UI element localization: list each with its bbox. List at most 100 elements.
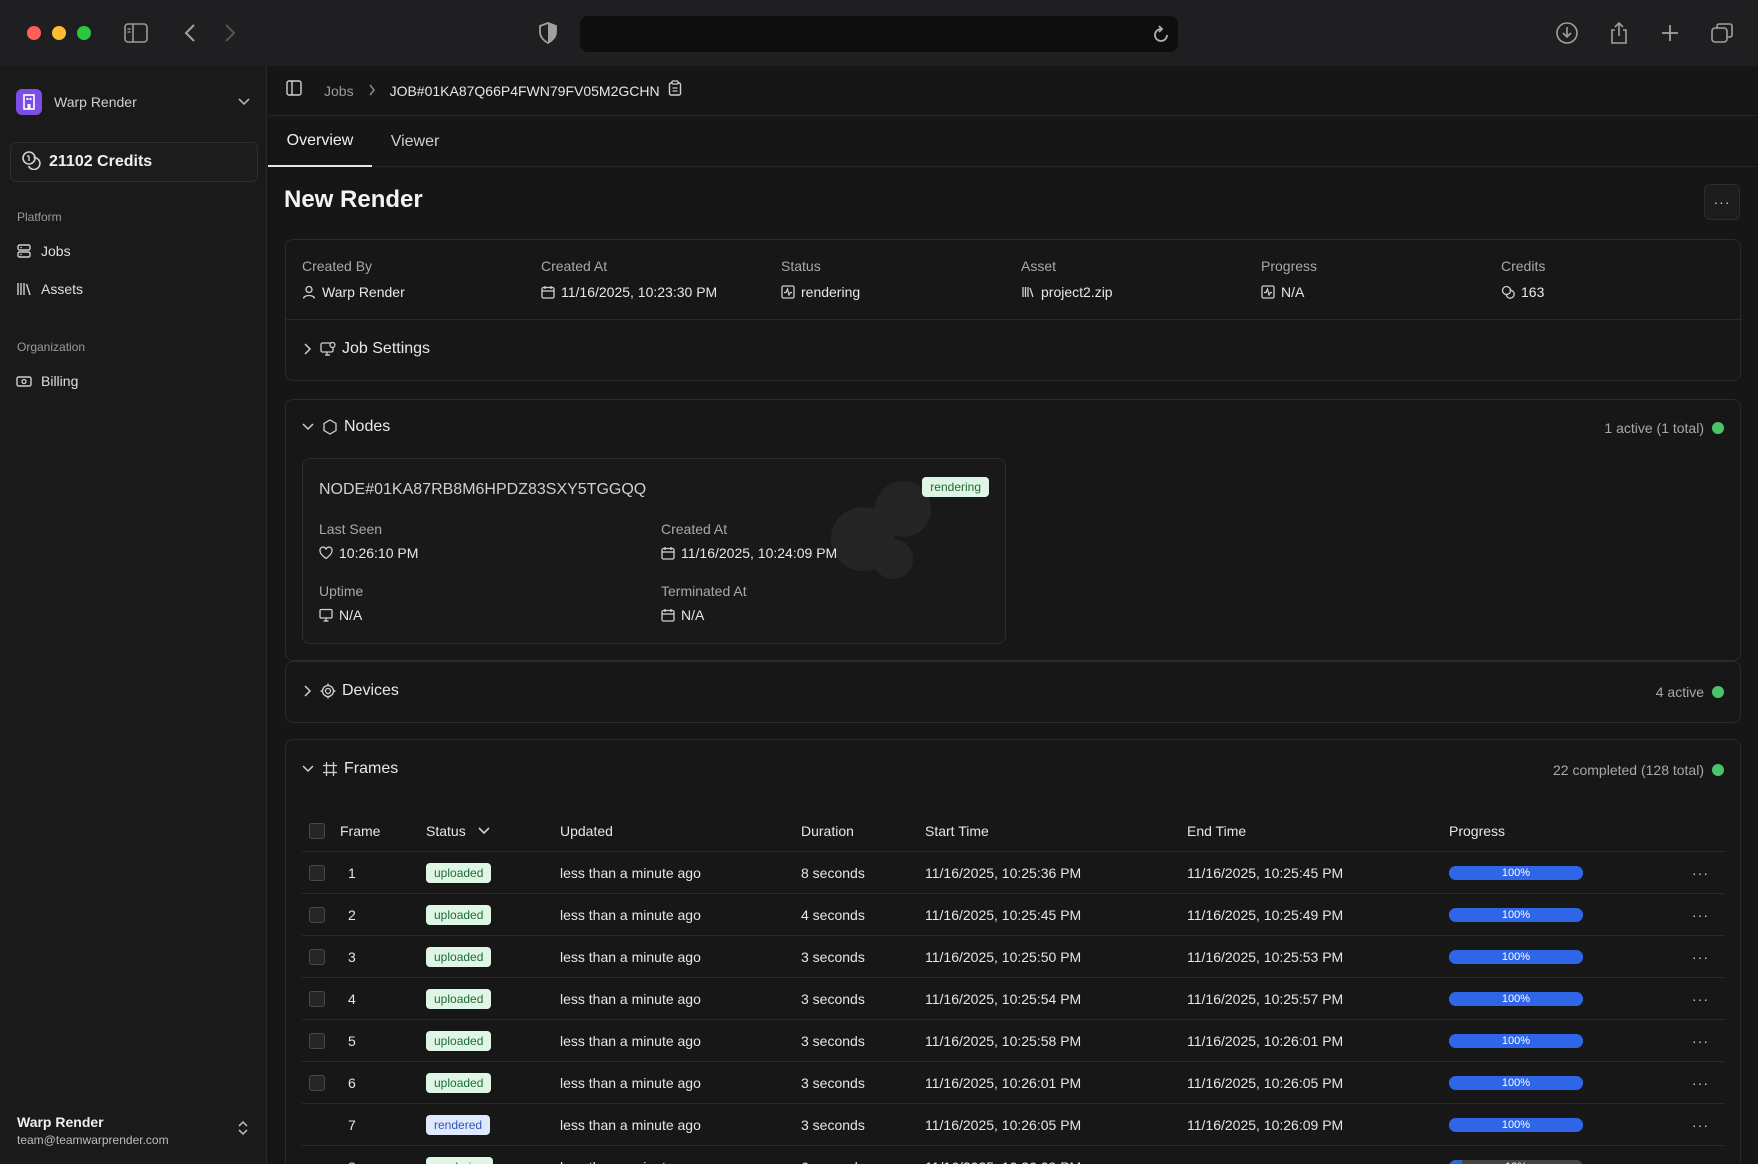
col-status[interactable]: Status: [426, 810, 490, 852]
new-tab-plus-icon[interactable]: [1656, 20, 1684, 46]
sidebar-item-label: Assets: [41, 281, 84, 297]
sidebar-item-billing[interactable]: Billing: [16, 370, 78, 392]
table-row[interactable]: 8 rendering less than a minute ago 6 second…: [302, 1146, 1724, 1164]
zoom-window-button[interactable]: [77, 26, 91, 40]
devices-toggle[interactable]: Devices: [302, 682, 399, 700]
table-row[interactable]: 1 uploaded less than a minute ago 8 seconds…: [302, 852, 1724, 894]
node-last-seen: 10:26:10 PM: [319, 545, 418, 561]
frames-toggle[interactable]: Frames: [302, 760, 398, 778]
progress-bar: 100%: [1449, 992, 1583, 1006]
user-name: Warp Render: [17, 1114, 104, 1130]
end-time-cell: 11/16/2025, 10:25:45 PM: [1187, 865, 1344, 881]
frame-number: 3: [348, 949, 356, 965]
col-duration[interactable]: Duration: [801, 810, 854, 852]
reload-icon[interactable]: [1152, 24, 1170, 49]
end-time-cell: 11/16/2025, 10:26:09 PM: [1187, 1117, 1344, 1133]
row-checkbox[interactable]: [309, 907, 325, 923]
row-more-button[interactable]: ···: [1692, 1117, 1709, 1133]
row-checkbox[interactable]: [309, 1075, 325, 1091]
user-menu[interactable]: Warp Render team@teamwarprender.com: [17, 1114, 257, 1147]
col-start-time[interactable]: Start Time: [925, 810, 989, 852]
end-time-cell: 11/16/2025, 10:26:01 PM: [1187, 1033, 1344, 1049]
credits-text: 21102 Credits: [49, 153, 153, 170]
library-icon: [17, 283, 31, 296]
row-more-button[interactable]: ···: [1692, 949, 1709, 965]
back-arrow-icon[interactable]: [176, 20, 204, 46]
progress-bar: 100%: [1449, 908, 1583, 922]
end-time-cell: 11/16/2025, 10:25:57 PM: [1187, 991, 1344, 1007]
job-settings-toggle[interactable]: Job Settings: [302, 340, 430, 358]
node-card[interactable]: NODE#01KA87RB8M6HPDZ83SXY5TGGQQ renderin…: [302, 458, 1006, 644]
col-frame[interactable]: Frame: [340, 810, 380, 852]
row-checkbox[interactable]: [309, 949, 325, 965]
progress-text: 100%: [1501, 993, 1531, 1005]
sidebar-toggle-icon[interactable]: [122, 20, 150, 46]
duration-cell: 3 seconds: [801, 1075, 865, 1091]
status-badge: uploaded: [426, 947, 492, 967]
chevron-down-icon: [302, 765, 314, 773]
col-end-time[interactable]: End Time: [1187, 810, 1246, 852]
meta-credits: Credits 163: [1501, 258, 1546, 300]
active-status-dot: [1712, 422, 1724, 434]
col-updated[interactable]: Updated: [560, 810, 613, 852]
updated-cell: less than a minute ago: [560, 991, 701, 1007]
row-more-button[interactable]: ···: [1692, 1075, 1709, 1091]
row-checkbox[interactable]: [309, 991, 325, 1007]
table-row[interactable]: 7 rendered less than a minute ago 3 seconds…: [302, 1104, 1724, 1146]
duration-cell: 3 seconds: [801, 1033, 865, 1049]
section-title: Job Settings: [342, 340, 431, 357]
tab-overview[interactable]: Overview: [268, 116, 372, 167]
table-row[interactable]: 3 uploaded less than a minute ago 3 seconds…: [302, 936, 1724, 978]
meta-asset: Asset project2.zip: [1021, 258, 1113, 300]
clipboard-copy-icon[interactable]: [668, 80, 682, 101]
status-badge: rendering: [426, 1157, 493, 1164]
download-icon[interactable]: [1553, 20, 1581, 46]
row-checkbox[interactable]: [309, 1033, 325, 1049]
row-more-button[interactable]: ···: [1692, 865, 1709, 881]
cog-icon: [320, 683, 336, 699]
tab-overview-icon[interactable]: [1708, 20, 1736, 46]
select-all-checkbox[interactable]: [309, 823, 325, 839]
frames-summary: 22 completed (128 total): [1553, 762, 1724, 778]
breadcrumb-jobs-link[interactable]: Jobs: [324, 83, 354, 99]
devices-card: Devices 4 active: [285, 661, 1741, 723]
forward-arrow-icon[interactable]: [216, 20, 244, 46]
share-icon[interactable]: [1605, 20, 1633, 46]
sidebar-item-jobs[interactable]: Jobs: [16, 240, 71, 262]
status-badge: uploaded: [426, 905, 492, 925]
minimize-window-button[interactable]: [52, 26, 66, 40]
tab-viewer[interactable]: Viewer: [372, 116, 458, 167]
monitor-cog-icon: [320, 341, 336, 356]
row-more-button[interactable]: ···: [1692, 907, 1709, 923]
node-last-seen-label: Last Seen: [319, 521, 383, 537]
updated-cell: less than a minute ago: [560, 1117, 701, 1133]
table-row[interactable]: 4 uploaded less than a minute ago 3 seconds…: [302, 978, 1724, 1020]
sidebar-item-label: Jobs: [41, 243, 71, 259]
job-summary-card: Created By Warp Render Created At 11/16/…: [285, 239, 1742, 381]
table-row[interactable]: 2 uploaded less than a minute ago 4 seconds…: [302, 894, 1724, 936]
progress-fill: [1449, 1160, 1463, 1164]
col-progress[interactable]: Progress: [1449, 810, 1505, 852]
table-row[interactable]: 5 uploaded less than a minute ago 3 seconds…: [302, 1020, 1724, 1062]
sidebar-item-assets[interactable]: Assets: [16, 278, 83, 300]
nodes-toggle[interactable]: Nodes: [302, 418, 390, 436]
row-more-button[interactable]: ···: [1692, 991, 1709, 1007]
table-header: Frame Status Updated Duration Start Time…: [302, 810, 1724, 852]
meta-progress: Progress N/A: [1261, 258, 1318, 300]
credits-balance[interactable]: 21102 Credits: [10, 142, 258, 182]
calendar-icon: [541, 286, 555, 299]
address-bar[interactable]: [580, 16, 1178, 52]
row-more-button[interactable]: ···: [1692, 1033, 1709, 1049]
row-more-button[interactable]: ···: [1692, 1159, 1709, 1164]
sidebar-item-label: Billing: [41, 373, 79, 389]
panel-left-icon[interactable]: [286, 80, 302, 101]
start-time-cell: 11/16/2025, 10:25:50 PM: [925, 949, 1082, 965]
frame-number: 8: [348, 1146, 356, 1164]
org-switcher[interactable]: Warp Render: [16, 88, 250, 116]
table-row[interactable]: 6 uploaded less than a minute ago 3 seconds…: [302, 1062, 1724, 1104]
more-options-button[interactable]: ···: [1704, 184, 1740, 220]
progress-text: 100%: [1501, 1077, 1531, 1089]
privacy-shield-icon[interactable]: [534, 20, 562, 46]
row-checkbox[interactable]: [309, 865, 325, 881]
close-window-button[interactable]: [27, 26, 41, 40]
